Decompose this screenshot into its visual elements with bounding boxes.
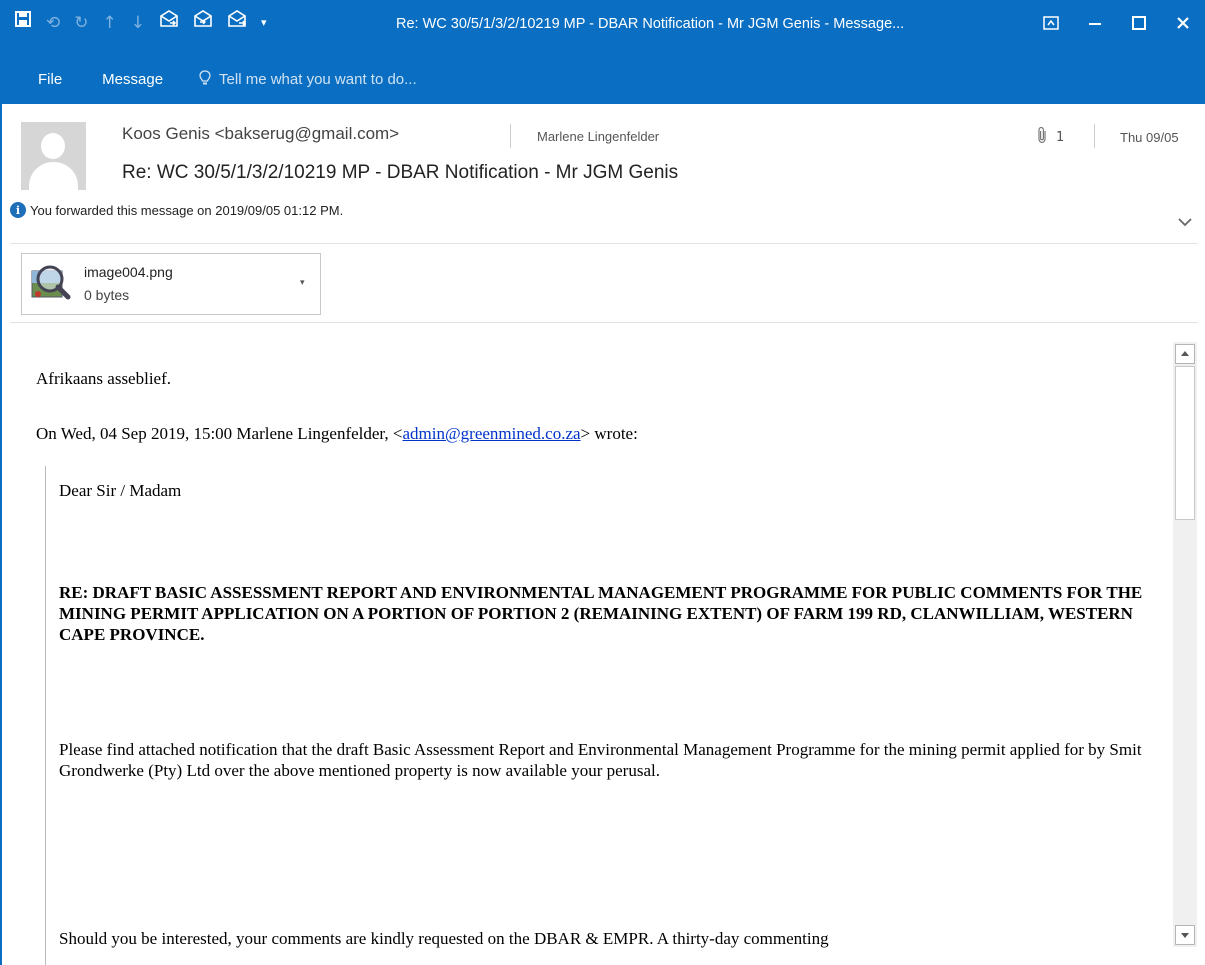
- attachment-size: 0 bytes: [84, 287, 130, 303]
- avatar-head: [41, 133, 65, 159]
- window-controls: [1029, 8, 1205, 38]
- window-border: [0, 104, 2, 965]
- reply-all-icon[interactable]: [193, 10, 213, 36]
- quote-heading: RE: DRAFT BASIC ASSESSMENT REPORT AND EN…: [59, 583, 1143, 644]
- save-icon[interactable]: [14, 10, 32, 36]
- recipient[interactable]: Marlene Lingenfelder: [537, 129, 659, 144]
- forward-icon[interactable]: [227, 10, 247, 36]
- previous-item-icon[interactable]: ↑: [103, 10, 117, 36]
- divider: [10, 322, 1198, 323]
- next-item-icon[interactable]: ↓: [131, 10, 145, 36]
- paperclip-icon: [1036, 126, 1048, 148]
- redo-icon[interactable]: ↻: [74, 10, 88, 36]
- body-greeting: Afrikaans asseblief.: [36, 369, 172, 388]
- close-icon[interactable]: [1161, 8, 1205, 38]
- quote-paragraph-2: Should you be interested, your comments …: [59, 929, 829, 948]
- email-link[interactable]: admin@greenmined.co.za: [403, 424, 581, 443]
- scroll-up-button[interactable]: [1175, 344, 1195, 364]
- undo-icon[interactable]: ⟲: [46, 10, 60, 36]
- ribbon-tabs: File Message Tell me what you want to do…: [0, 66, 417, 92]
- tab-file[interactable]: File: [38, 71, 62, 88]
- expand-header-icon[interactable]: [1176, 214, 1194, 228]
- image-file-icon: [30, 261, 74, 305]
- customize-dropdown-icon[interactable]: ▾: [261, 10, 267, 36]
- info-icon: i: [10, 202, 26, 218]
- info-text: You forwarded this message on 2019/09/05…: [30, 202, 344, 218]
- sender[interactable]: Koos Genis <bakserug@gmail.com>: [122, 124, 399, 144]
- attribution-prefix: On Wed, 04 Sep 2019, 15:00 Marlene Linge…: [36, 424, 403, 443]
- attachment-filename: image004.png: [84, 264, 173, 280]
- quoted-message: Dear Sir / Madam RE: DRAFT BASIC ASSESSM…: [45, 466, 1166, 965]
- message-body: Afrikaans asseblief. On Wed, 04 Sep 2019…: [36, 358, 1166, 965]
- attachment-dropdown-icon[interactable]: ▾: [300, 278, 305, 288]
- subject: Re: WC 30/5/1/3/2/10219 MP - DBAR Notifi…: [122, 162, 679, 183]
- lightbulb-icon: [199, 69, 211, 89]
- avatar[interactable]: [21, 122, 86, 190]
- info-bar: i You forwarded this message on 2019/09/…: [10, 202, 343, 218]
- tell-me-placeholder: Tell me what you want to do...: [219, 70, 417, 88]
- avatar-body: [29, 162, 78, 190]
- quick-access-toolbar: ⟲ ↻ ↑ ↓ ▾: [14, 10, 281, 36]
- quote-salutation: Dear Sir / Madam: [59, 481, 182, 500]
- tell-me-search[interactable]: Tell me what you want to do...: [199, 69, 417, 89]
- tab-message[interactable]: Message: [102, 71, 163, 88]
- attachment-count: 1: [1056, 130, 1065, 145]
- title-bar: ⟲ ↻ ↑ ↓ ▾ Re: WC 30/5/1/3/2/10219 MP - D…: [0, 0, 1205, 104]
- maximize-icon[interactable]: [1117, 8, 1161, 38]
- quote-attribution: On Wed, 04 Sep 2019, 15:00 Marlene Linge…: [36, 423, 638, 444]
- divider: [510, 124, 511, 148]
- ribbon-display-options-icon[interactable]: [1029, 8, 1073, 38]
- divider: [10, 243, 1198, 244]
- divider: [1094, 124, 1095, 148]
- reply-icon[interactable]: [159, 10, 179, 36]
- scroll-thumb[interactable]: [1175, 366, 1195, 520]
- vertical-scrollbar[interactable]: [1173, 342, 1197, 947]
- attribution-suffix: > wrote:: [580, 424, 638, 443]
- sent-date: Thu 09/05: [1120, 130, 1179, 145]
- attachment-card[interactable]: image004.png 0 bytes ▾: [21, 253, 321, 315]
- scroll-down-button[interactable]: [1175, 925, 1195, 945]
- quote-paragraph: Please find attached notification that t…: [59, 740, 1142, 780]
- window-title: Re: WC 30/5/1/3/2/10219 MP - DBAR Notifi…: [396, 16, 905, 32]
- minimize-icon[interactable]: [1073, 8, 1117, 38]
